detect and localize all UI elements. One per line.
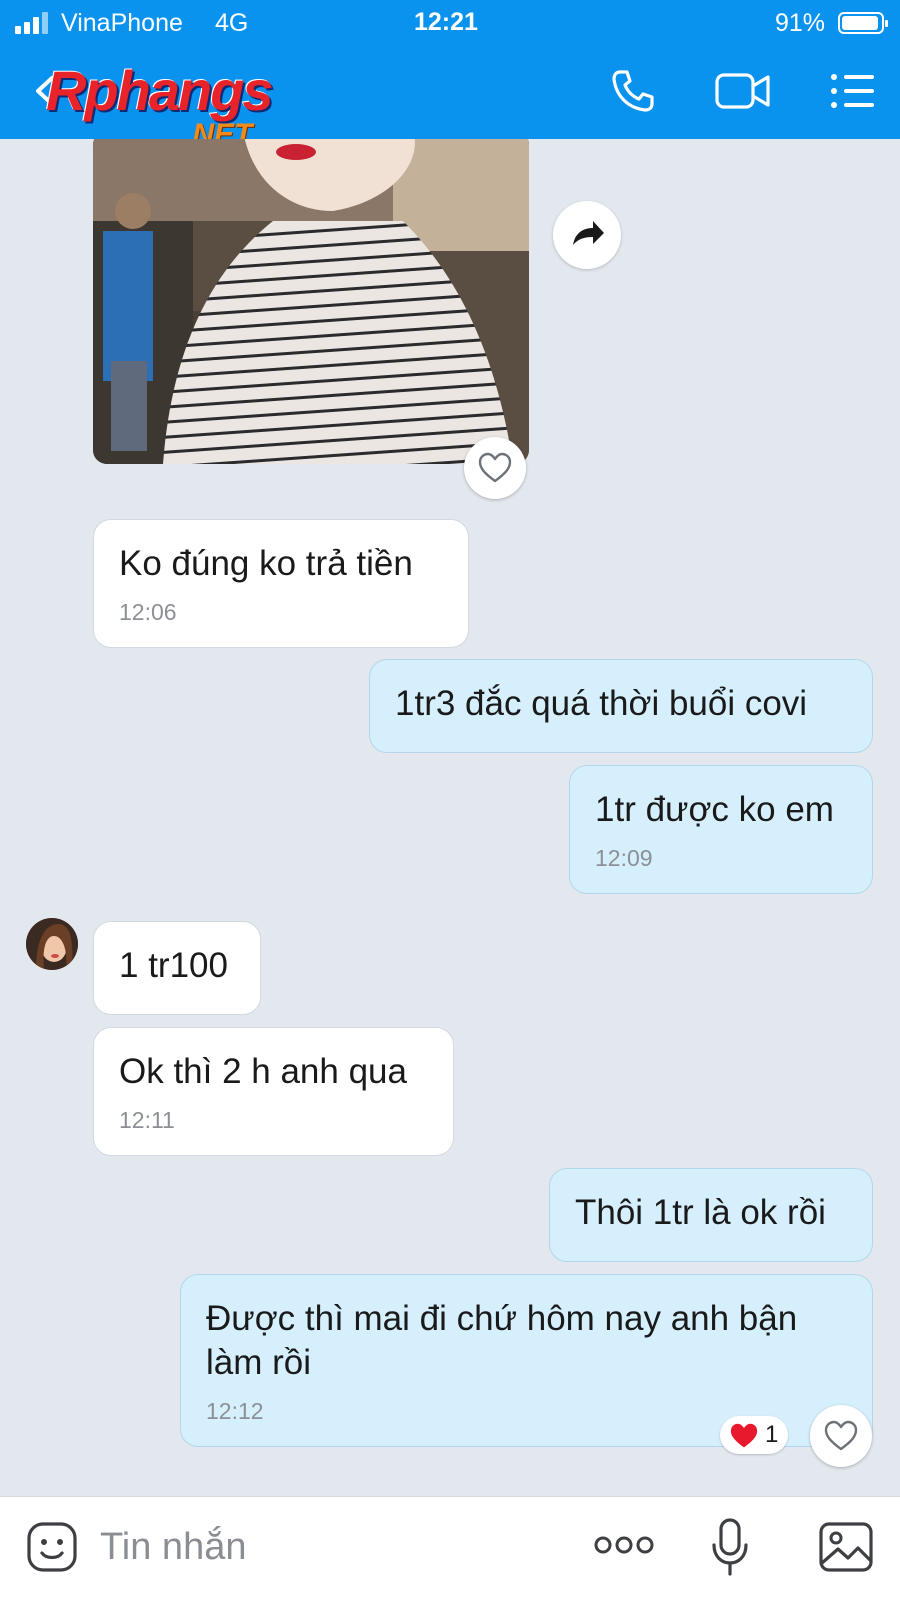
status-bar: VinaPhone 4G 12:21 91% bbox=[0, 0, 900, 46]
like-button[interactable] bbox=[464, 437, 526, 499]
photo-message[interactable] bbox=[93, 139, 529, 464]
message-time: 12:09 bbox=[595, 845, 653, 871]
chat-area[interactable]: Ko đúng ko trả tiền 12:06 1tr3 đắc quá t… bbox=[0, 139, 900, 1496]
battery-percent: 91% bbox=[775, 9, 826, 37]
message-text: Thôi 1tr là ok rồi bbox=[575, 1193, 826, 1232]
network-type: 4G bbox=[215, 9, 249, 37]
message-bubble[interactable]: Ko đúng ko trả tiền 12:06 bbox=[93, 519, 469, 648]
message-time: 12:06 bbox=[119, 599, 177, 625]
message-text: 1tr được ko em bbox=[595, 790, 834, 829]
message-input[interactable] bbox=[100, 1519, 560, 1575]
battery-icon bbox=[838, 12, 888, 34]
message-bubble[interactable]: Thôi 1tr là ok rồi bbox=[549, 1168, 873, 1262]
message-text: 1 tr100 bbox=[119, 946, 228, 985]
carrier-name: VinaPhone bbox=[61, 9, 183, 37]
top-bar: VinaPhone 4G 12:21 91% Rphangs .NET bbox=[0, 0, 900, 151]
reaction-badge[interactable]: 1 bbox=[720, 1416, 788, 1454]
share-forward-button[interactable] bbox=[553, 201, 621, 269]
video-call-icon[interactable] bbox=[714, 68, 772, 114]
heart-outline-icon bbox=[824, 1420, 858, 1451]
signal-icon bbox=[15, 12, 53, 34]
reaction-count: 1 bbox=[765, 1421, 779, 1448]
message-bubble[interactable]: 1tr được ko em 12:09 bbox=[569, 765, 873, 894]
menu-list-icon[interactable] bbox=[828, 68, 876, 114]
sticker-icon[interactable] bbox=[26, 1521, 78, 1573]
message-text: Ok thì 2 h anh qua bbox=[119, 1052, 407, 1091]
heart-outline-icon bbox=[478, 452, 512, 483]
heart-icon bbox=[730, 1423, 758, 1448]
logo-main-text: Rphangs bbox=[46, 59, 274, 122]
message-bubble[interactable]: Ok thì 2 h anh qua 12:11 bbox=[93, 1027, 454, 1156]
status-time: 12:21 bbox=[414, 8, 478, 36]
like-button[interactable] bbox=[810, 1405, 872, 1467]
microphone-icon[interactable] bbox=[710, 1517, 750, 1577]
message-bubble[interactable]: 1 tr100 bbox=[93, 921, 261, 1015]
more-options-icon[interactable] bbox=[594, 1533, 654, 1557]
message-bubble[interactable]: 1tr3 đắc quá thời buổi covi bbox=[369, 659, 873, 753]
contact-avatar[interactable] bbox=[26, 918, 78, 970]
message-time: 12:11 bbox=[119, 1107, 175, 1133]
message-text: 1tr3 đắc quá thời buổi covi bbox=[395, 684, 808, 723]
image-gallery-icon[interactable] bbox=[818, 1521, 874, 1573]
message-text: Được thì mai đi chứ hôm nay anh bận làm … bbox=[206, 1299, 798, 1382]
message-input-bar bbox=[0, 1496, 900, 1600]
phone-call-icon[interactable] bbox=[610, 68, 656, 114]
message-text: Ko đúng ko trả tiền bbox=[119, 544, 413, 583]
forward-arrow-icon bbox=[573, 221, 604, 245]
